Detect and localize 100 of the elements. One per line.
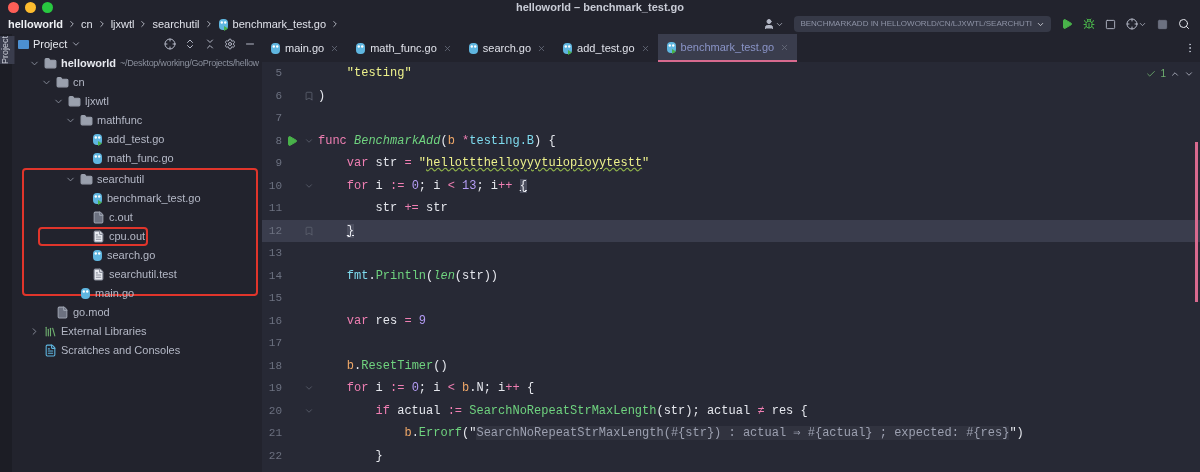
- line-number: 21: [267, 426, 282, 441]
- tree-item-label: searchutil.test: [109, 267, 177, 283]
- gopher-file-icon: [355, 41, 367, 55]
- expand-all-icon[interactable]: [184, 38, 196, 50]
- gopher-file-icon: [467, 41, 479, 55]
- editor-tab[interactable]: math_func.go: [347, 34, 460, 62]
- tree-item[interactable]: searchutil: [12, 170, 256, 189]
- code-line: }: [374, 447, 383, 465]
- gopher-test-file-icon: [562, 41, 574, 55]
- line-number: 8: [274, 133, 282, 149]
- tree-item-label: search.go: [107, 248, 156, 264]
- locate-icon[interactable]: [164, 38, 176, 50]
- breadcrumb-item[interactable]: searchutil: [152, 15, 200, 33]
- code-line: ): [318, 87, 326, 105]
- breadcrumb-item[interactable]: cn: [81, 15, 93, 33]
- line-number: 22: [267, 448, 282, 464]
- editor-tab[interactable]: add_test.go: [554, 34, 658, 62]
- breadcrumb-item[interactable]: helloworld: [8, 15, 63, 33]
- inspection-count[interactable]: 1: [1160, 66, 1166, 81]
- run-configuration-dropdown[interactable]: BENCHMARKADD IN HELLOWORLD/CN/LJXWTL/SEARCHUTI: [794, 16, 1051, 32]
- tree-item[interactable]: add_test.go: [12, 130, 262, 149]
- close-tab-icon[interactable]: [537, 43, 547, 53]
- close-tab-icon[interactable]: [330, 43, 340, 53]
- folder-icon: [68, 95, 81, 108]
- tree-item[interactable]: cpu.out: [12, 227, 256, 246]
- breadcrumb-separator-icon: [67, 19, 77, 29]
- user-icon[interactable]: [763, 18, 785, 30]
- code-line: var str = "hellottthelloyyytuiopioyytestt": [345, 155, 650, 173]
- tree-item[interactable]: math_func.go: [12, 149, 262, 168]
- gopher-test-file-icon: [665, 40, 677, 54]
- zoom-window-icon[interactable]: [42, 2, 53, 13]
- gopher-test-file-icon: [92, 133, 103, 146]
- editor-tab[interactable]: benchmark_test.go: [657, 34, 798, 62]
- tree-item[interactable]: searchutil.test: [12, 265, 256, 284]
- line-number: 19: [267, 381, 282, 396]
- code-line: "testing": [345, 65, 412, 83]
- settings-icon[interactable]: [224, 38, 236, 50]
- window-title: helloworld – benchmark_test.go: [515, 1, 685, 13]
- line-number: 5: [274, 66, 282, 81]
- code-line: fmt.Println(len(str)): [345, 267, 499, 285]
- tree-item[interactable]: go.mod: [12, 303, 262, 322]
- code-line: b.ResetTimer(): [345, 357, 448, 375]
- line-number: 13: [267, 246, 282, 261]
- line-number: 9: [274, 156, 282, 171]
- tree-item[interactable]: mathfunc: [12, 111, 262, 130]
- folder-icon: [56, 76, 69, 89]
- file-icon: [92, 268, 105, 281]
- gopher-file-icon: [92, 152, 103, 165]
- tree-item-label: c.out: [109, 210, 133, 226]
- code-line: var res = 9: [345, 312, 427, 330]
- tree-item[interactable]: Scratches and Consoles: [12, 341, 262, 360]
- tree-item[interactable]: benchmark_test.go: [12, 189, 256, 208]
- line-number: 11: [267, 201, 282, 216]
- code-line: if actual := SearchNoRepeatStrMaxLength(str); actual ≠ res {: [374, 402, 808, 420]
- minimize-window-icon[interactable]: [25, 2, 36, 13]
- stop-icon[interactable]: [1157, 18, 1168, 30]
- tree-item-label: benchmark_test.go: [107, 191, 201, 207]
- tree-item-label: cn: [73, 75, 85, 91]
- tree-item[interactable]: helloworld ~/Desktop/working/GoProjects/hellow: [12, 54, 262, 73]
- folder-icon: [80, 173, 93, 186]
- code-line: func BenchmarkAdd(b *testing.B) {: [318, 132, 556, 150]
- gopher-test-file-icon: [92, 192, 103, 205]
- tree-item[interactable]: c.out: [12, 208, 256, 227]
- code-line: b.Errorf("SearchNoRepeatStrMaxLength(#{str}) : actual ⇒ #{actual} ; expected: #{res}"): [403, 425, 1024, 443]
- tree-item-label: Scratches and Consoles: [61, 343, 181, 359]
- run-gutter-icon[interactable]: [286, 134, 298, 147]
- search-icon[interactable]: [1178, 18, 1190, 30]
- tree-item[interactable]: search.go: [12, 246, 256, 265]
- editor-tab[interactable]: main.go: [262, 34, 348, 62]
- tree-item[interactable]: cn: [12, 73, 262, 92]
- line-number: 16: [267, 313, 282, 329]
- gopher-test-file-icon: [217, 17, 229, 31]
- tree-item[interactable]: External Libraries: [12, 322, 262, 341]
- editor-tab[interactable]: search.go: [459, 34, 555, 62]
- breadcrumb-item[interactable]: benchmark_test.go: [217, 15, 327, 33]
- fold-end-icon[interactable]: [304, 90, 314, 101]
- tree-item[interactable]: ljxwtl: [12, 92, 262, 111]
- tree-item-label: External Libraries: [61, 324, 147, 340]
- scratch-icon: [44, 344, 57, 357]
- coverage-icon[interactable]: [1105, 18, 1116, 30]
- window-icon: [18, 39, 29, 49]
- project-side-tab[interactable]: Project: [0, 36, 15, 64]
- line-number: 10: [267, 178, 282, 194]
- profile-icon[interactable]: [1126, 18, 1147, 30]
- gopher-file-icon: [270, 41, 281, 55]
- debug-icon[interactable]: [1083, 18, 1095, 30]
- tree-item-label: searchutil: [97, 172, 145, 188]
- run-icon[interactable]: [1061, 18, 1073, 30]
- project-view-dropdown[interactable]: Project: [18, 35, 82, 53]
- breadcrumb-item[interactable]: ljxwtl: [110, 15, 135, 33]
- collapse-all-icon[interactable]: [204, 38, 216, 50]
- close-tab-icon[interactable]: [640, 43, 650, 53]
- close-tab-icon[interactable]: [780, 42, 790, 52]
- close-tab-icon[interactable]: [442, 43, 452, 53]
- close-window-icon[interactable]: [8, 2, 19, 13]
- inspection-check-icon: [1146, 68, 1157, 79]
- line-number: 7: [274, 111, 282, 126]
- module-path: ~/Desktop/working/GoProjects/hellow: [120, 56, 259, 70]
- mod-file-icon: [56, 306, 69, 319]
- tree-item-label: add_test.go: [107, 132, 165, 148]
